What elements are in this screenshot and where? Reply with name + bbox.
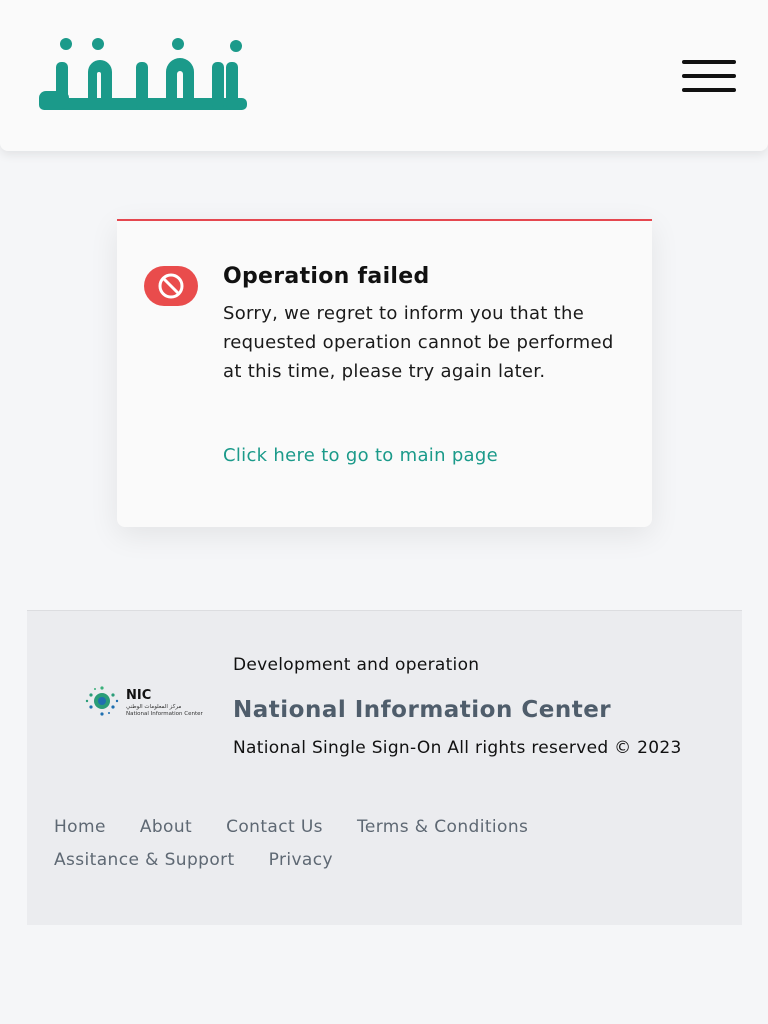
footer-nav: Home About Contact Us Terms & Conditions… — [54, 817, 694, 870]
footer-link-about[interactable]: About — [140, 817, 192, 837]
top-header — [0, 0, 768, 151]
nic-logo-subtext-ar: مركز المعلومات الوطني — [126, 703, 181, 710]
org-name: National Information Center — [233, 697, 612, 723]
copyright-text: National Single Sign-On All rights reser… — [233, 738, 682, 758]
footer-link-privacy[interactable]: Privacy — [269, 850, 333, 870]
nafath-logo[interactable] — [36, 36, 251, 116]
footer-link-terms[interactable]: Terms & Conditions — [357, 817, 528, 837]
footer-link-support[interactable]: Assitance & Support — [54, 850, 235, 870]
menu-bar-bottom — [682, 88, 736, 92]
blocked-icon — [144, 266, 198, 306]
nic-logo-text: NIC — [126, 688, 151, 703]
menu-bar-middle — [682, 74, 736, 78]
error-title: Operation failed — [223, 264, 430, 289]
footer-link-home[interactable]: Home — [54, 817, 106, 837]
main-page-link[interactable]: Click here to go to main page — [223, 445, 498, 466]
error-message: Sorry, we regret to inform you that the … — [223, 303, 614, 382]
menu-bar-top — [682, 60, 736, 64]
nic-logo: NIC مركز المعلومات الوطني National Infor… — [85, 686, 204, 717]
footer-link-contact[interactable]: Contact Us — [226, 817, 323, 837]
footer: NIC مركز المعلومات الوطني National Infor… — [27, 610, 742, 925]
nic-logo-subtext-en: National Information Center — [126, 711, 204, 717]
hamburger-menu-icon[interactable] — [678, 58, 740, 98]
error-card: Operation failed Sorry, we regret to inf… — [117, 219, 652, 527]
development-label: Development and operation — [233, 655, 480, 675]
